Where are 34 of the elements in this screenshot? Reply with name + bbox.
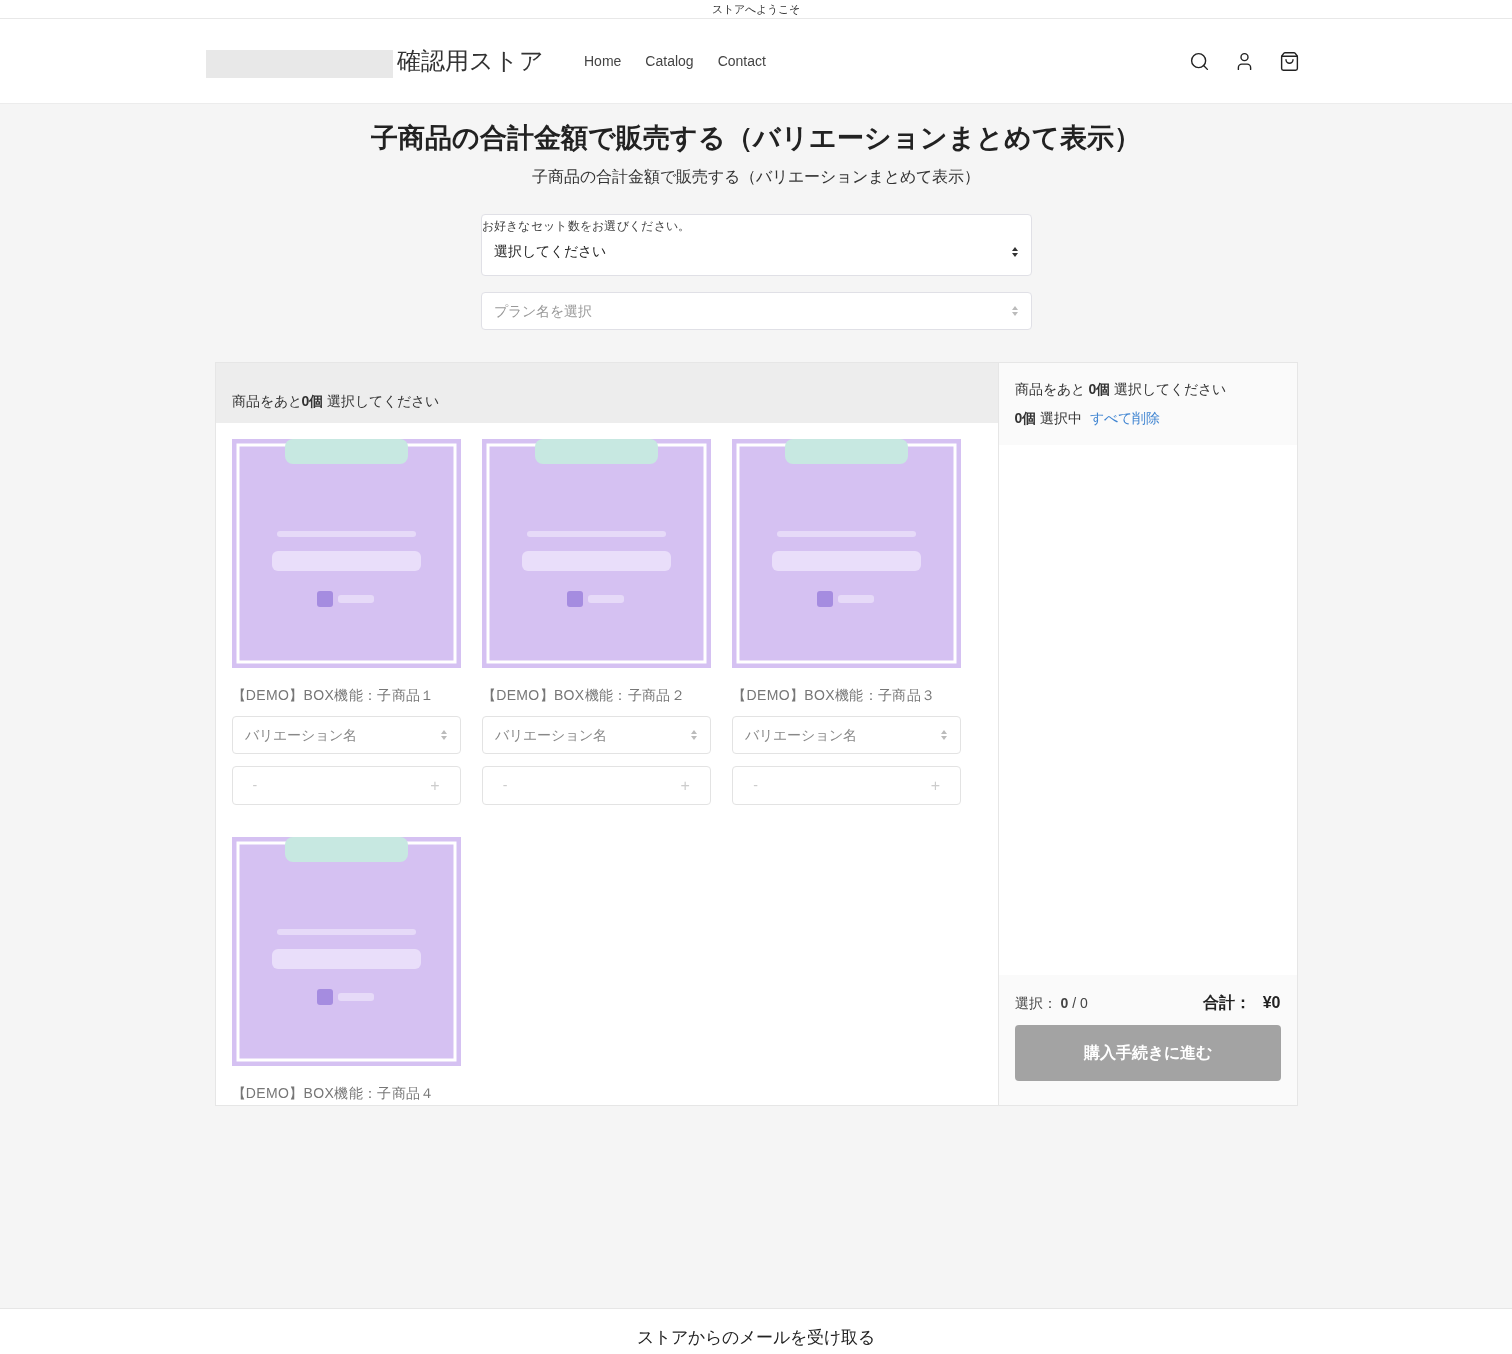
select-label: お好きなセット数をお選びください。 [481,218,692,234]
product-name: 【DEMO】BOX機能：子商品３ [732,686,937,705]
summary-remaining: 商品をあと 0個 選択してください [1014,380,1228,399]
nav-link[interactable]: Catalog [645,50,694,72]
remaining-text: 商品をあと0個 選択してください [231,391,440,411]
up-down-arrows-icon [689,729,698,741]
total-label: 合計： [1202,993,1251,1013]
set-select[interactable]: お好きなセット数をお選びください。 選択してください [480,214,1032,276]
announcement-text: ストアへようこそ [712,3,800,15]
nav-link[interactable]: Contact [717,50,766,72]
search-icon[interactable] [1189,50,1210,72]
variation-select[interactable]: バリエーション名 [481,716,711,754]
up-down-arrows-icon [1010,245,1019,258]
store-logo[interactable]: 確認用ストア [397,43,544,79]
plan-select[interactable]: プラン名を選択 [480,292,1032,330]
up-down-arrows-icon [439,729,448,741]
variation-select[interactable]: バリエーション名 [732,716,962,754]
variation-select[interactable]: バリエーション名 [231,716,461,754]
clear-all-link[interactable]: すべて削除 [1090,408,1161,428]
product-name: 【DEMO】BOX機能：子商品４ [231,1084,436,1103]
up-down-arrows-icon [1010,305,1019,317]
page-subtitle: 子商品の合計金額で販売する（バリエーションまとめて表示） [532,167,980,187]
nav-link[interactable]: Home [584,50,622,72]
up-down-arrows-icon [940,729,949,741]
selection-label: 選択： [1014,993,1057,1013]
page-title: 子商品の合計金額で販売する（バリエーションまとめて表示） [371,122,1141,155]
selected-count: 0個 選択中 [1014,409,1083,428]
product-name: 【DEMO】BOX機能：子商品２ [481,686,686,705]
product-name: 【DEMO】BOX機能：子商品１ [231,686,436,705]
selection-value: 0 / 0 [1060,993,1088,1013]
total-value: ¥0 [1262,993,1281,1013]
bag-icon[interactable] [1279,50,1300,72]
select-value: 選択してください [493,242,606,261]
footer-heading: ストアからのメールを受け取る [637,1327,875,1349]
